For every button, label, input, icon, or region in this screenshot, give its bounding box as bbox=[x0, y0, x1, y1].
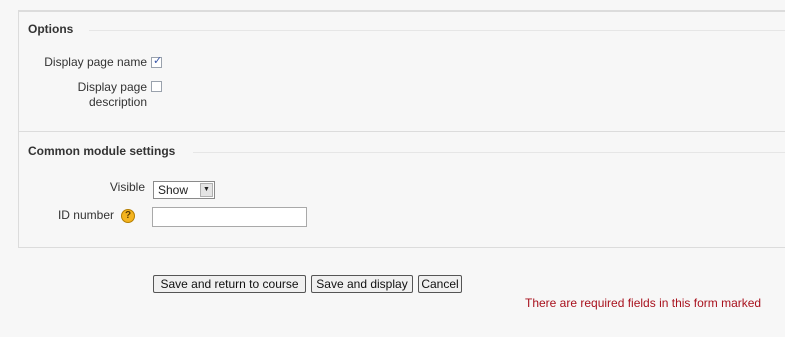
cancel-button[interactable]: Cancel bbox=[418, 275, 462, 293]
common-module-settings-legend: Common module settings bbox=[28, 144, 176, 158]
visible-select-value: Show bbox=[158, 183, 189, 197]
chevron-down-icon[interactable]: ▼ bbox=[200, 183, 213, 197]
common-legend-rule bbox=[193, 152, 785, 153]
visible-label: Visible bbox=[109, 180, 145, 194]
display-page-name-checkbox[interactable]: ✓ bbox=[151, 55, 163, 68]
display-page-description-checkbox[interactable] bbox=[151, 81, 162, 92]
form-page: Options Display page name ✓ Display page… bbox=[0, 0, 785, 337]
id-number-label: ID number bbox=[57, 208, 114, 222]
options-legend: Options bbox=[28, 22, 74, 36]
id-number-input[interactable] bbox=[152, 207, 307, 227]
display-page-name-label: Display page name bbox=[44, 55, 147, 69]
required-fields-note: There are required fields in this form m… bbox=[525, 296, 762, 310]
display-page-description-label-line1: Display page bbox=[77, 80, 147, 94]
display-page-description-label-line2: description bbox=[88, 95, 147, 109]
check-icon: ✓ bbox=[153, 55, 163, 67]
save-and-return-to-course-button[interactable]: Save and return to course bbox=[153, 275, 306, 293]
options-legend-rule bbox=[89, 30, 785, 31]
visible-select[interactable]: Show ▼ bbox=[153, 181, 215, 199]
help-icon[interactable]: ? bbox=[121, 209, 135, 223]
save-and-display-button[interactable]: Save and display bbox=[311, 275, 413, 293]
options-section: Options bbox=[18, 11, 785, 132]
